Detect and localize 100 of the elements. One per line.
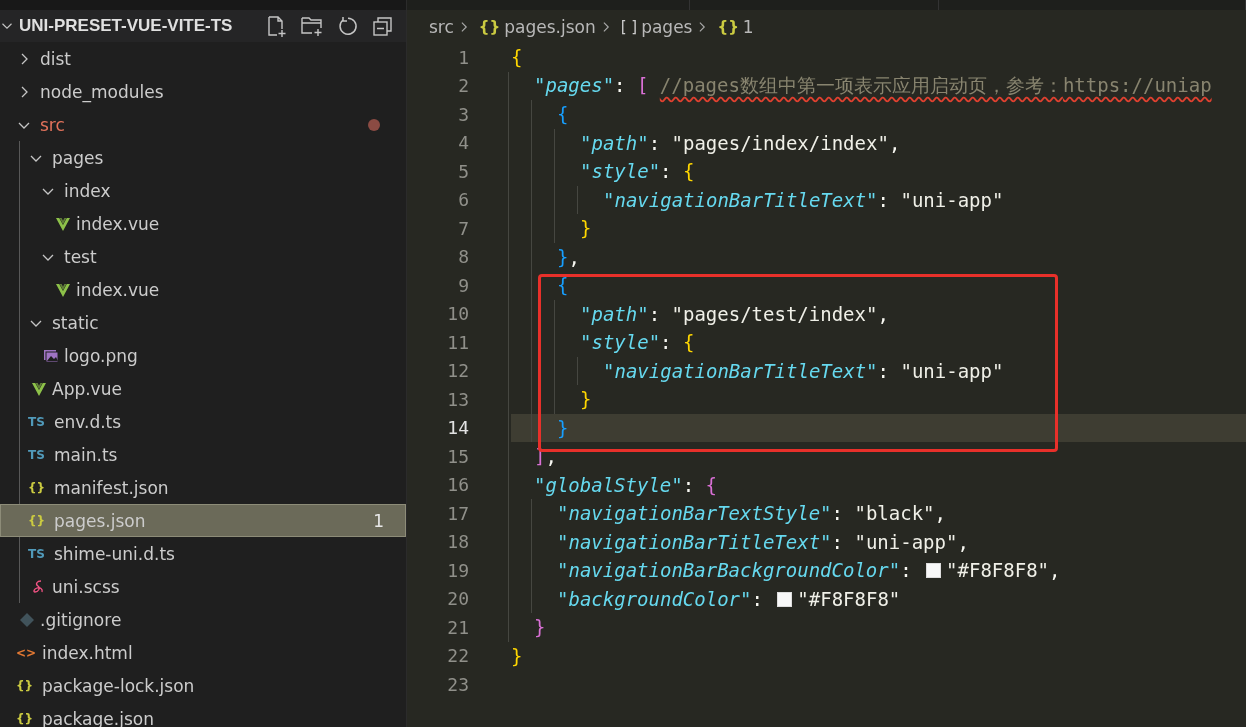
breadcrumb-item[interactable]: src: [429, 16, 454, 37]
file-type-icon: TS: [28, 447, 52, 462]
line-number: 11: [446, 331, 469, 353]
file-tree-item[interactable]: index: [0, 174, 406, 207]
breadcrumb-item[interactable]: pages.json: [504, 16, 596, 37]
json-string: "#F8F8F8": [797, 587, 901, 610]
line-number: 14: [446, 417, 469, 439]
file-name: App.vue: [52, 378, 122, 399]
file-tree-item[interactable]: {} manifest.json: [0, 471, 406, 504]
file-name: index.html: [42, 642, 133, 663]
color-swatch[interactable]: [926, 563, 942, 579]
bracket: {: [557, 103, 569, 126]
file-tree-item[interactable]: index.vue: [0, 273, 406, 306]
file-name: node_modules: [40, 81, 164, 102]
json-key: "pages": [534, 73, 615, 96]
file-type-icon: {}: [28, 480, 52, 495]
json-key: "path": [580, 302, 649, 325]
line-number: 6: [457, 189, 469, 211]
file-name: static: [52, 312, 99, 333]
file-tree-item[interactable]: TS shime-uni.d.ts: [0, 537, 406, 570]
json-key: "path": [580, 131, 649, 154]
punctuation: :: [831, 530, 844, 553]
punctuation: ,: [877, 302, 889, 325]
line-number: 7: [457, 217, 469, 239]
punctuation: :: [877, 188, 890, 211]
file-tree-item[interactable]: test: [0, 240, 406, 273]
bracket: {: [682, 331, 695, 354]
line-number: 3: [457, 103, 469, 125]
json-string: "black": [854, 502, 935, 525]
file-tree-item[interactable]: uni.scss: [0, 570, 406, 603]
file-name: logo.png: [64, 345, 138, 366]
punctuation: :: [831, 502, 844, 525]
breadcrumb-item[interactable]: pages: [641, 16, 693, 37]
json-key: "style": [580, 331, 661, 354]
line-number: 4: [457, 132, 469, 154]
punctuation: :: [660, 331, 673, 354]
line-number: 22: [446, 645, 469, 667]
file-name: shime-uni.d.ts: [54, 543, 175, 564]
symbol-icon: [ ]: [620, 17, 638, 36]
color-swatch[interactable]: [777, 591, 793, 607]
file-name: test: [64, 246, 97, 267]
line-number: 8: [457, 246, 469, 268]
file-name: .gitignore: [40, 609, 122, 630]
bracket: }: [557, 245, 569, 268]
file-type-icon: {}: [28, 513, 52, 528]
file-name: index: [64, 180, 111, 201]
file-type-icon: TS: [28, 414, 52, 429]
file-name: pages: [52, 147, 104, 168]
line-number: 21: [446, 616, 469, 638]
line-number: 18: [446, 531, 469, 553]
json-string: "uni-app": [854, 530, 958, 553]
file-tree-item[interactable]: TS main.ts: [0, 438, 406, 471]
refresh-icon[interactable]: [337, 15, 359, 37]
file-tree-item[interactable]: node_modules: [0, 75, 406, 108]
file-name: index.vue: [76, 279, 160, 300]
file-type-icon: <>: [16, 645, 40, 660]
file-tree-item[interactable]: index.vue: [0, 207, 406, 240]
line-number: 16: [446, 474, 469, 496]
line-number: 5: [457, 160, 469, 182]
bracket: {: [557, 274, 569, 297]
file-tree-item[interactable]: static: [0, 306, 406, 339]
workspace-title: UNI-PRESET-VUE-VITE-TS: [19, 16, 233, 36]
file-tree-item[interactable]: TS env.d.ts: [0, 405, 406, 438]
bracket: {: [511, 46, 523, 69]
json-key: "navigationBarTitleText": [557, 530, 832, 553]
line-number: 15: [446, 445, 469, 467]
file-name: package-lock.json: [42, 675, 195, 696]
line-number: 13: [446, 388, 469, 410]
json-key: "navigationBarTitleText": [603, 188, 878, 211]
collapse-all-icon[interactable]: [372, 15, 394, 37]
comment-link[interactable]: https://uniap: [1062, 73, 1212, 96]
file-tree-item[interactable]: pages: [0, 141, 406, 174]
file-tree-item[interactable]: .gitignore: [0, 603, 406, 636]
file-tree-item[interactable]: dist: [0, 42, 406, 75]
punctuation: :: [900, 559, 913, 582]
punctuation: ,: [545, 445, 557, 468]
file-tree-item[interactable]: logo.png: [0, 339, 406, 372]
file-type-icon: TS: [28, 546, 52, 561]
json-key: "backgroundColor": [557, 587, 752, 610]
line-number: 2: [457, 75, 469, 97]
file-name: main.ts: [54, 444, 118, 465]
file-tree-item[interactable]: <> index.html: [0, 636, 406, 669]
json-string: "uni-app": [900, 188, 1004, 211]
line-number: 12: [446, 360, 469, 382]
file-tree-item[interactable]: App.vue: [0, 372, 406, 405]
punctuation: ,: [934, 502, 946, 525]
breadcrumb-item[interactable]: 1: [742, 16, 754, 37]
punctuation: ,: [888, 131, 901, 154]
new-file-icon[interactable]: [265, 15, 287, 37]
line-number: 20: [446, 588, 469, 610]
new-folder-icon[interactable]: [300, 15, 324, 37]
file-tree-item[interactable]: {} pages.json 1: [0, 504, 406, 537]
json-key: "globalStyle": [534, 473, 683, 496]
line-number: 9: [457, 274, 469, 296]
chevron-right-icon: [459, 19, 469, 34]
file-tree-item[interactable]: src: [0, 108, 406, 141]
file-tree-item[interactable]: {} package-lock.json: [0, 669, 406, 702]
line-number: 17: [446, 502, 469, 524]
bracket: }: [557, 416, 569, 439]
json-string: "pages/index/index": [671, 131, 889, 154]
